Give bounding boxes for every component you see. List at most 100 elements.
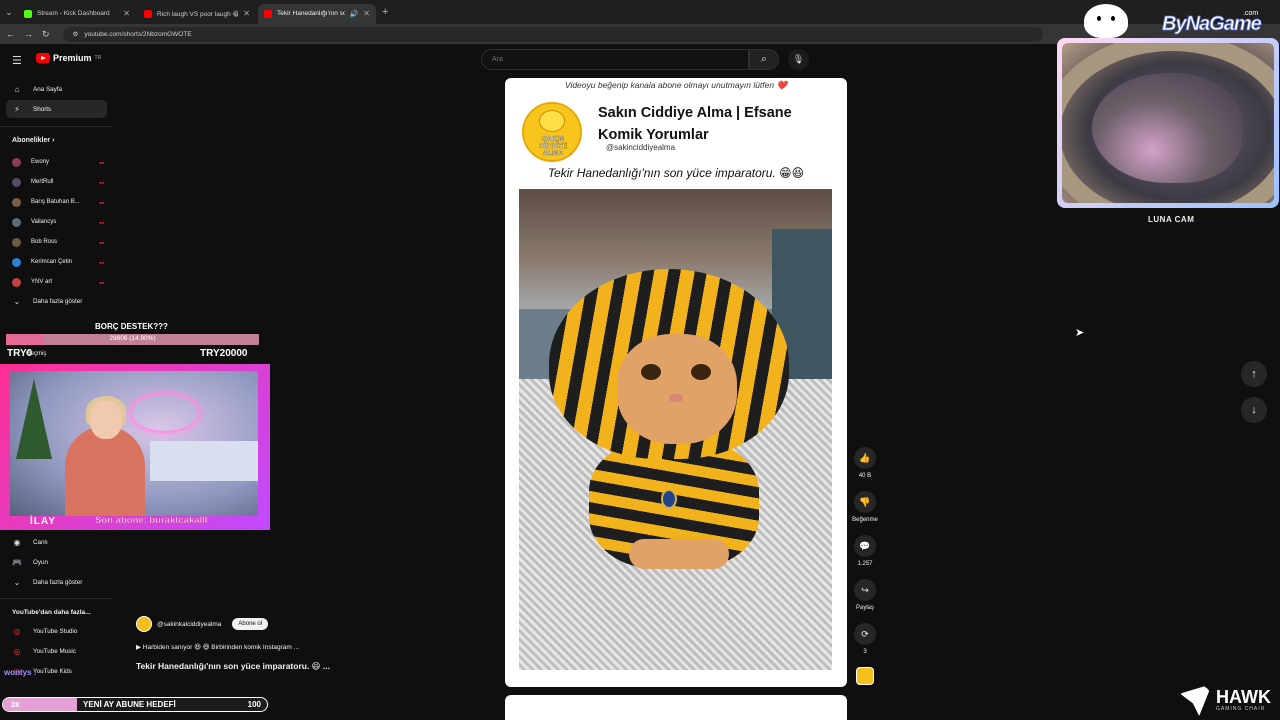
hawk-subtext: GAMING CHAIR [1216,706,1266,712]
subscriptions-heading[interactable]: Abonelikler › [12,137,54,144]
sidebar-divider [0,598,112,599]
subscribe-button[interactable]: Abone ol [232,618,269,630]
sidebar-item-history[interactable]: Geçmiş [20,345,121,363]
sidebar-item-live[interactable]: ◉ Canlı [6,533,107,551]
live-icon: ◉ [13,537,21,547]
short-top-text: Videoyu beğenip kanala abone olmayı unut… [564,80,788,90]
stream-screen: ⌄ Stream - Kick Dashboard ✕ Rich laugh V… [0,0,1280,720]
logo-text: Premium [53,53,92,63]
url-text: youtube.com/shorts/2NbzomGWOTE [84,30,192,38]
new-tab-icon[interactable]: + [382,6,388,18]
close-tab-icon[interactable]: ✕ [243,9,250,18]
sidebar-item-label: Shorts [33,105,52,113]
short-title[interactable]: Tekir Hanedanlığı'nın son yüce imparator… [136,661,330,672]
live-indicator-icon: ●● [99,199,104,205]
chevron-down-icon: ⌄ [13,577,21,587]
share-action[interactable]: ↪ Paylaş [847,579,883,611]
live-indicator-icon: ●● [99,179,104,185]
avatar [12,157,21,167]
home-icon: ⌂ [14,84,20,94]
sidebar-item-label: Daha fazla göster [33,578,83,586]
cat-mascot-icon [1084,4,1128,38]
tab-list-chevron-icon[interactable]: ⌄ [0,7,18,18]
close-tab-icon[interactable]: ✕ [363,9,370,18]
avatar [12,177,21,187]
cat-cam [1062,43,1274,203]
sidebar-item-home[interactable]: ⌂ Ana Sayfa [6,80,107,98]
channel-handle[interactable]: @sakinkalciddiyealma [157,621,221,628]
sidebar-item-yt-music[interactable]: ◎ YouTube Music [6,642,107,660]
short-channel-row: @sakinkalciddiyealma Abone ol [136,616,269,632]
action-label: 40 B [858,473,872,479]
debt-goal-max: TRY20000 [200,348,248,359]
share-icon[interactable]: ↪ [854,579,876,601]
sidebar-subscription-item[interactable]: Valiancys ●● [12,214,104,230]
tab-kick-dashboard[interactable]: Stream - Kick Dashboard ✕ [18,4,136,24]
channel-avatar[interactable] [136,616,152,632]
live-indicator-icon: ●● [99,219,104,225]
short-player[interactable]: Videoyu beğenip kanala abone olmayı unut… [505,78,847,687]
debt-goal-bar: 29806 (14.90%) [6,334,259,345]
subscription-label: Kerimcan Çetin [31,259,73,265]
sidebar-item-gaming[interactable]: 🎮 Oyun [6,553,107,571]
action-label: Paylaş [855,605,874,611]
sidebar-item-label: YouTube Studio [33,627,78,635]
sidebar-show-more-2[interactable]: ⌄ Daha fazla göster [6,573,107,591]
sidebar-subscription-item[interactable]: Bob Ross ●● [12,234,104,250]
live-indicator-icon: ●● [99,279,104,285]
like-action[interactable]: 👍 40 B [847,447,883,479]
thumbs-up-icon[interactable]: 👍 [854,447,876,469]
youtube-premium-logo[interactable]: Premium TR [36,53,101,63]
sidebar-subscription-item[interactable]: MertRull ●● [12,174,104,190]
url-field[interactable]: ⚙ youtube.com/shorts/2NbzomGWOTE [62,26,1043,42]
site-info-icon[interactable]: ⚙ [73,30,79,38]
microphone-icon[interactable]: 🎙 [788,49,809,70]
avatar [12,197,21,207]
action-label: 3 [863,649,867,655]
gaming-icon: 🎮 [12,557,22,567]
avatar [12,257,21,267]
sidebar-subscription-item[interactable]: YNV art ●● [12,274,104,290]
forward-icon[interactable]: → [24,29,33,39]
next-short-preview[interactable] [505,695,847,720]
short-description[interactable]: ▶ Harbiden sanıyor 😆 😆 Birbirinden komik… [136,643,299,651]
back-icon[interactable]: ← [6,29,15,39]
brand-handle: @sakinciddiyealma [606,143,676,152]
close-tab-icon[interactable]: ✕ [123,9,130,18]
search-icon[interactable]: ⌕ [749,49,779,70]
subscription-label: Barış Batuhan B... [31,199,80,205]
cat-video[interactable] [519,189,832,670]
dislike-action[interactable]: 👎 Beğenme [847,491,883,523]
sidebar-subscription-item[interactable]: Ewony ●● [12,154,104,170]
live-indicator-icon: ●● [99,239,104,245]
subscription-label: Valiancys [31,219,57,225]
yt-studio-icon: ◎ [13,626,21,636]
remix-action[interactable]: ⟳ 3 [847,623,883,655]
sub-goal-max: 100 [247,700,261,709]
logo-region: TR [94,55,102,61]
tab-rich-laugh[interactable]: Rich laugh VS poor laugh 😂 ✕ [138,4,256,24]
subscription-label: MertRull [31,179,54,185]
menu-icon[interactable]: ☰ [12,54,22,67]
sound-source-avatar[interactable] [856,667,874,685]
thumbs-down-icon[interactable]: 👎 [854,491,876,513]
speaker-icon[interactable]: 🔊 [350,10,359,18]
shorts-icon: ⚡ [14,104,20,114]
sidebar-show-more[interactable]: ⌄ Daha fazla göster [6,292,107,310]
next-short-button[interactable]: ↓ [1241,397,1267,423]
sidebar-subscription-item[interactable]: Barış Batuhan B... ●● [12,194,104,210]
previous-short-button[interactable]: ↑ [1241,361,1267,387]
comment-icon[interactable]: 💬 [854,535,876,557]
streamer-name: İLAY [30,516,56,527]
sub-goal-current: 28 [11,700,20,709]
sidebar-item-yt-studio[interactable]: ◎ YouTube Studio [6,622,107,640]
sidebar-subscription-item[interactable]: Kerimcan Çetin ●● [12,254,104,270]
search-input[interactable]: Ara [481,49,749,70]
tab-tekir-short[interactable]: Tekir Hanedanlığı'nın son y... 🔊 ✕ [258,3,376,24]
sidebar-item-shorts[interactable]: ⚡ Shorts [6,100,107,118]
sidebar-divider [0,126,112,127]
cat-face [617,334,737,444]
reload-icon[interactable]: ↻ [42,29,50,40]
comments-action[interactable]: 💬 1.257 [847,535,883,567]
remix-icon[interactable]: ⟳ [854,623,876,645]
